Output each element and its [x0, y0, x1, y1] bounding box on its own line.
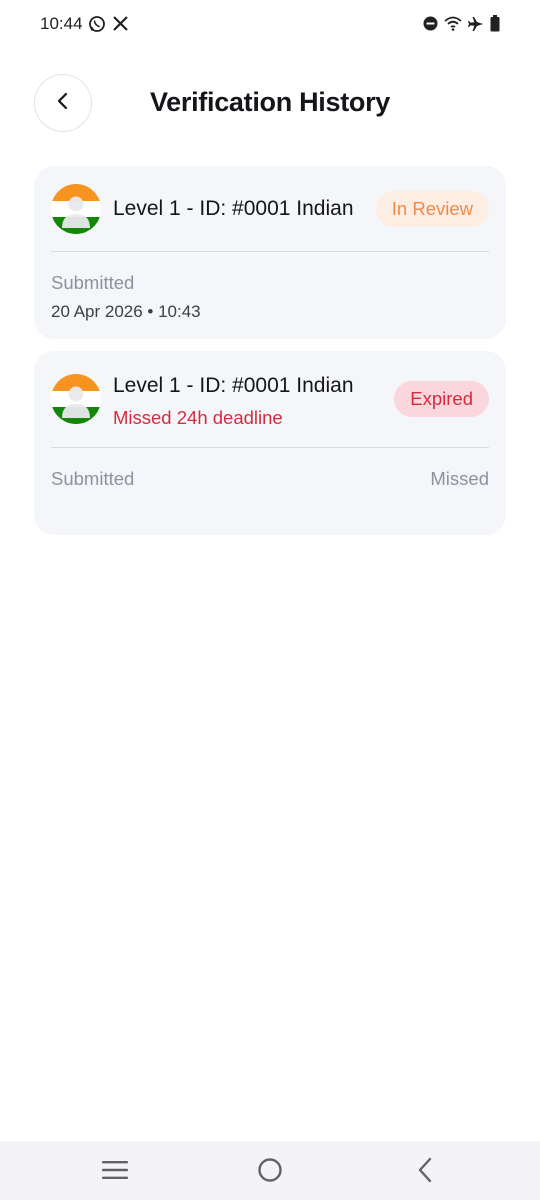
card-divider [51, 447, 489, 448]
wifi-icon [444, 16, 462, 31]
battery-icon [490, 15, 500, 32]
status-bar: 10:44 [0, 0, 540, 50]
submitted-date: 20 Apr 2026 • 10:43 [51, 302, 201, 321]
x-icon [112, 15, 129, 33]
status-left-icons [88, 15, 129, 33]
verification-card[interactable]: Level 1 - ID: #0001 Indian Missed 24h de… [34, 351, 506, 535]
india-flag-avatar-icon [51, 184, 101, 234]
status-right-icons [423, 15, 500, 32]
home-button[interactable] [255, 1157, 285, 1187]
status-time: 10:44 [40, 14, 83, 33]
airplane-mode-icon [468, 16, 484, 32]
system-back-button[interactable] [410, 1157, 440, 1187]
status-badge-in-review: In Review [375, 191, 489, 227]
menu-icon [102, 1160, 128, 1185]
system-nav-bar [0, 1141, 540, 1200]
card-title: Level 1 - ID: #0001 Indian [113, 374, 354, 397]
card-divider [51, 251, 489, 252]
screen: 10:44 Verification History Level 1 - ID:… [0, 0, 540, 1200]
status-badge-expired: Expired [394, 381, 489, 417]
verification-card[interactable]: Level 1 - ID: #0001 Indian In Review Sub… [34, 166, 506, 339]
submitted-value: Missed [430, 468, 489, 489]
page-title: Verification History [149, 87, 391, 117]
whatsapp-icon [88, 15, 106, 33]
back-chevron-icon [417, 1157, 433, 1188]
card-title: Level 1 - ID: #0001 Indian [113, 197, 354, 220]
home-circle-icon [257, 1157, 283, 1188]
submitted-label: Submitted [51, 468, 135, 489]
recent-apps-button[interactable] [100, 1157, 130, 1187]
deadline-missed-text: Missed 24h deadline [113, 407, 283, 428]
do-not-disturb-icon [423, 16, 438, 31]
india-flag-avatar-icon [51, 374, 101, 424]
submitted-label: Submitted [51, 272, 135, 293]
